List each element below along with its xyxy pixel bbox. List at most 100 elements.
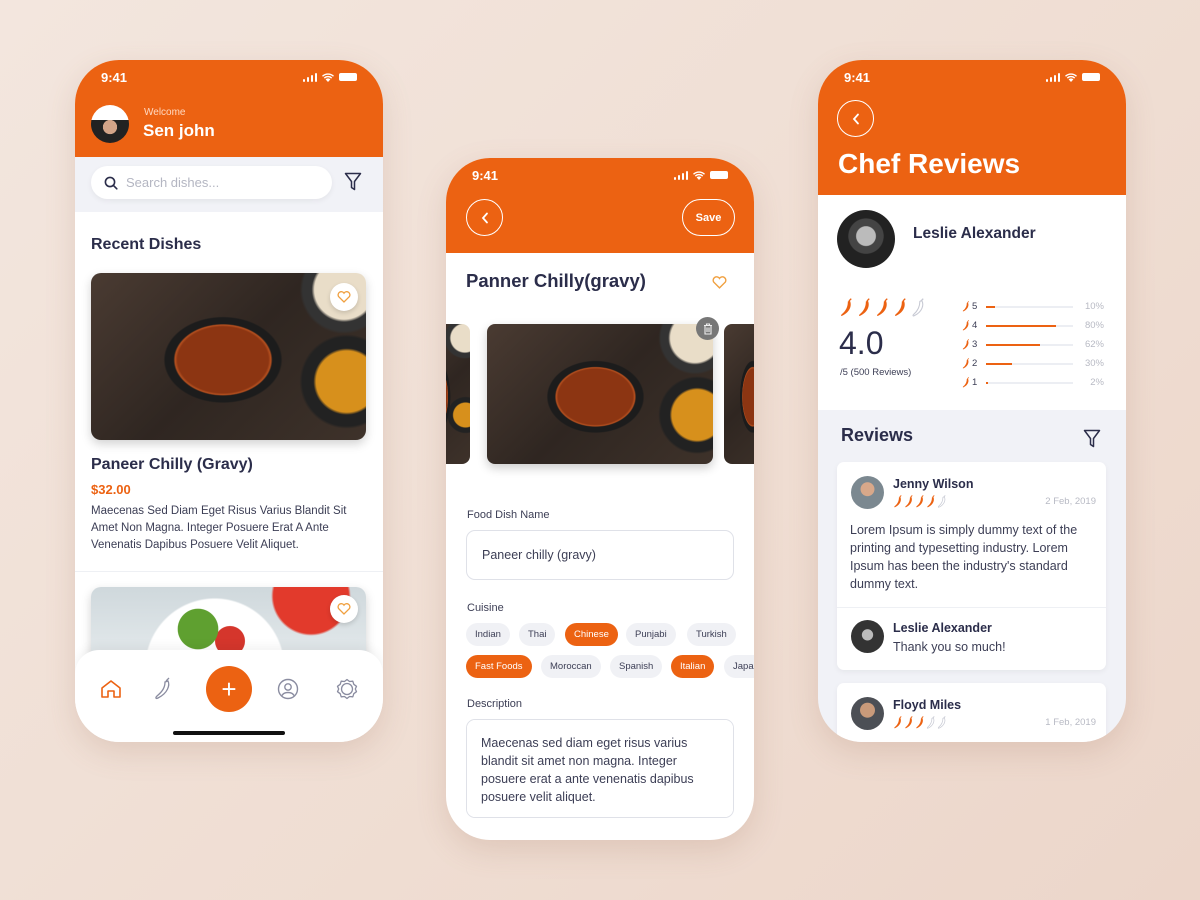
carousel-image[interactable] bbox=[724, 324, 754, 464]
favorite-button[interactable] bbox=[330, 283, 358, 311]
search-bar-area bbox=[75, 157, 383, 212]
divider bbox=[837, 607, 1106, 608]
add-dish-button[interactable]: + bbox=[206, 666, 252, 712]
chip-moroccan[interactable]: Moroccan bbox=[541, 655, 601, 678]
rating-percent: 2% bbox=[1090, 377, 1104, 388]
home-indicator bbox=[173, 731, 285, 735]
chef-reviews-screen: 9:41 Chef Reviews Leslie Alexander 4.0 /… bbox=[818, 60, 1126, 742]
favorite-button[interactable] bbox=[330, 595, 358, 623]
divider bbox=[75, 571, 383, 572]
rating-percent: 10% bbox=[1084, 301, 1104, 312]
reviewer-name: Floyd Miles bbox=[893, 698, 962, 712]
rating-bar-track bbox=[986, 343, 1073, 346]
chili-filled-icon bbox=[962, 339, 970, 350]
cuisine-label: Cuisine bbox=[467, 602, 504, 614]
overall-chili-rating bbox=[839, 298, 926, 317]
rating-percent: 62% bbox=[1084, 339, 1104, 350]
chip-thai[interactable]: Thai bbox=[519, 623, 556, 646]
rating-bar-track bbox=[986, 381, 1073, 384]
status-bar: 9:41 bbox=[75, 60, 383, 94]
rating-level-label: 5 bbox=[972, 301, 978, 312]
rating-percent: 30% bbox=[1084, 358, 1104, 369]
chip-italian[interactable]: Italian bbox=[671, 655, 715, 678]
reviewer-avatar bbox=[851, 697, 884, 730]
search-input[interactable] bbox=[126, 175, 306, 190]
rating-row-1: 1 2% bbox=[962, 373, 1112, 392]
rating-bar-track bbox=[986, 362, 1073, 365]
dish-title: Panner Chilly(gravy) bbox=[466, 270, 646, 291]
chip-punjabi[interactable]: Punjabi bbox=[626, 623, 676, 646]
search-box[interactable] bbox=[91, 166, 332, 199]
reply-text: Thank you so much! bbox=[893, 640, 1006, 654]
chili-filled-icon bbox=[962, 320, 970, 331]
carousel-image[interactable] bbox=[446, 324, 470, 464]
nav-settings[interactable] bbox=[335, 677, 359, 701]
rating-breakdown: 5 10% 4 80% 3 62% 2 30% 1 2% bbox=[962, 297, 1112, 392]
dish-image[interactable] bbox=[91, 273, 366, 440]
reviewer-avatar bbox=[851, 476, 884, 509]
overall-rating: 4.0 bbox=[839, 325, 884, 361]
chili-filled-icon bbox=[927, 495, 935, 508]
chili-filled-icon bbox=[962, 301, 970, 312]
rating-bar-fill bbox=[986, 343, 1040, 346]
nav-profile[interactable] bbox=[276, 677, 300, 701]
filter-icon[interactable] bbox=[344, 172, 362, 192]
chevron-left-icon bbox=[481, 212, 488, 223]
filter-icon[interactable] bbox=[1083, 429, 1101, 449]
delete-image-button[interactable] bbox=[696, 317, 719, 340]
chip-fast-foods[interactable]: Fast Foods bbox=[466, 655, 532, 678]
rating-bar-track bbox=[986, 324, 1073, 327]
image-carousel[interactable] bbox=[446, 324, 754, 464]
food-name-input[interactable] bbox=[466, 530, 734, 580]
nav-home[interactable] bbox=[99, 677, 123, 701]
status-time: 9:41 bbox=[844, 69, 871, 85]
home-header: 9:41 Welcome Sen john bbox=[75, 60, 383, 157]
rating-level-label: 2 bbox=[972, 358, 978, 369]
chef-name: Leslie Alexander bbox=[913, 225, 1036, 242]
chili-filled-icon bbox=[962, 358, 970, 369]
dish-title[interactable]: Paneer Chilly (Gravy) bbox=[91, 456, 253, 474]
chili-filled-icon bbox=[841, 298, 852, 316]
rating-percent: 80% bbox=[1084, 320, 1104, 331]
battery-icon bbox=[339, 73, 357, 81]
back-button[interactable] bbox=[466, 199, 503, 236]
chip-chinese[interactable]: Chinese bbox=[565, 623, 618, 646]
description-textarea[interactable]: Maecenas sed diam eget risus varius blan… bbox=[466, 719, 734, 818]
chili-filled-icon bbox=[894, 495, 902, 508]
chili-icon bbox=[155, 677, 170, 700]
back-button[interactable] bbox=[837, 100, 874, 137]
rating-row-3: 3 62% bbox=[962, 335, 1112, 354]
gear-icon bbox=[336, 678, 358, 700]
rating-row-5: 5 10% bbox=[962, 297, 1112, 316]
rating-level-label: 4 bbox=[972, 320, 978, 331]
rating-level: 1 bbox=[962, 377, 986, 388]
nav-dishes[interactable] bbox=[152, 677, 176, 701]
rating-bar-track bbox=[986, 305, 1073, 308]
chili-filled-icon bbox=[894, 716, 902, 729]
chili-filled-icon bbox=[905, 716, 913, 729]
food-name-label: Food Dish Name bbox=[467, 509, 550, 521]
status-bar: 9:41 bbox=[818, 60, 1126, 94]
page-title: Chef Reviews bbox=[838, 148, 1021, 179]
chef-summary: Leslie Alexander 4.0 /5 (500 Reviews) 5 1… bbox=[818, 195, 1126, 410]
reviewer-name: Jenny Wilson bbox=[893, 477, 974, 491]
rating-bar-fill bbox=[986, 381, 988, 384]
chili-empty-icon bbox=[912, 298, 924, 317]
home-icon bbox=[101, 680, 121, 698]
rating-row-4: 4 80% bbox=[962, 316, 1112, 335]
chip-spanish[interactable]: Spanish bbox=[610, 655, 663, 678]
wifi-icon bbox=[1065, 72, 1077, 82]
welcome-label: Welcome bbox=[144, 107, 186, 118]
rating-count: /5 (500 Reviews) bbox=[840, 367, 912, 378]
carousel-image-active[interactable] bbox=[487, 324, 713, 464]
chili-filled-icon bbox=[905, 495, 913, 508]
chip-japanese[interactable]: Japanese bbox=[724, 655, 754, 678]
cuisine-chips: Indian Thai Chinese Punjabi Turkish Fast… bbox=[466, 623, 754, 683]
chili-empty-icon bbox=[937, 495, 946, 508]
chip-turkish[interactable]: Turkish bbox=[687, 623, 736, 646]
heart-icon[interactable] bbox=[712, 276, 727, 289]
chip-indian[interactable]: Indian bbox=[466, 623, 510, 646]
review-card: Jenny Wilson 2 Feb, 2019 Lorem Ipsum is … bbox=[837, 462, 1106, 670]
save-button[interactable]: Save bbox=[682, 199, 735, 236]
user-avatar[interactable] bbox=[91, 105, 129, 143]
